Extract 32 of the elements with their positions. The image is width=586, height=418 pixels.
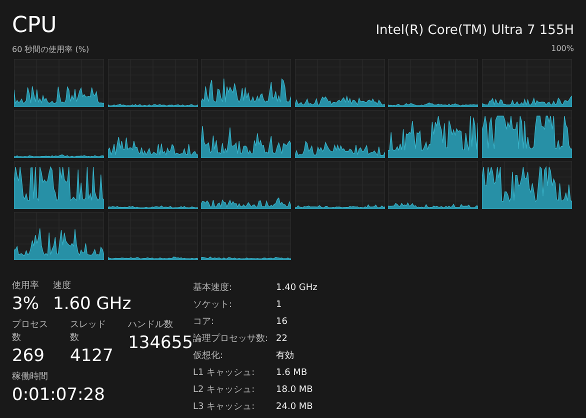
stat-value: 134655 xyxy=(128,332,193,354)
detail-value: 1 xyxy=(276,299,283,312)
detail-label: L3 キャッシュ: xyxy=(193,401,256,414)
detail-label: 仮想化: xyxy=(193,350,224,363)
detail-label: 基本速度: xyxy=(193,282,234,295)
stat-label: プロセス数 xyxy=(12,319,49,345)
detail-label: L1 キャッシュ: xyxy=(193,367,256,380)
detail-value: 1.6 MB xyxy=(276,367,308,380)
graph-caption: 60 秒間の使用率 (%) xyxy=(12,44,90,56)
stat-value: 0:01:07:28 xyxy=(12,384,105,406)
page-title: CPU xyxy=(12,12,57,40)
detail-value: 16 xyxy=(276,316,288,329)
detail-label: L2 キャッシュ: xyxy=(193,384,256,397)
stat-label: 使用率 xyxy=(12,280,39,293)
processor-name: Intel(R) Core(TM) Ultra 7 155H xyxy=(376,23,574,40)
stat-value: 3% xyxy=(12,293,39,315)
detail-value: 有効 xyxy=(276,350,295,363)
stat-value: 1.60 GHz xyxy=(53,293,132,315)
detail-label: コア: xyxy=(193,316,216,329)
stat-label: 速度 xyxy=(53,280,72,293)
detail-value: 24.0 MB xyxy=(276,401,314,414)
detail-label: ソケット: xyxy=(193,299,234,312)
stat-value: 269 xyxy=(12,345,46,367)
detail-label: 論理プロセッサ数: xyxy=(193,332,270,346)
graph-max-label: 100% xyxy=(551,44,574,55)
detail-value: 18.0 MB xyxy=(276,384,314,397)
stat-label: ハンドル数 xyxy=(128,319,174,332)
stat-label: スレッド数 xyxy=(70,319,108,345)
stat-label: 稼働時間 xyxy=(12,371,49,384)
stat-value: 4127 xyxy=(70,345,114,367)
detail-value: 22 xyxy=(276,333,288,346)
detail-value: 1.40 GHz xyxy=(276,282,318,295)
